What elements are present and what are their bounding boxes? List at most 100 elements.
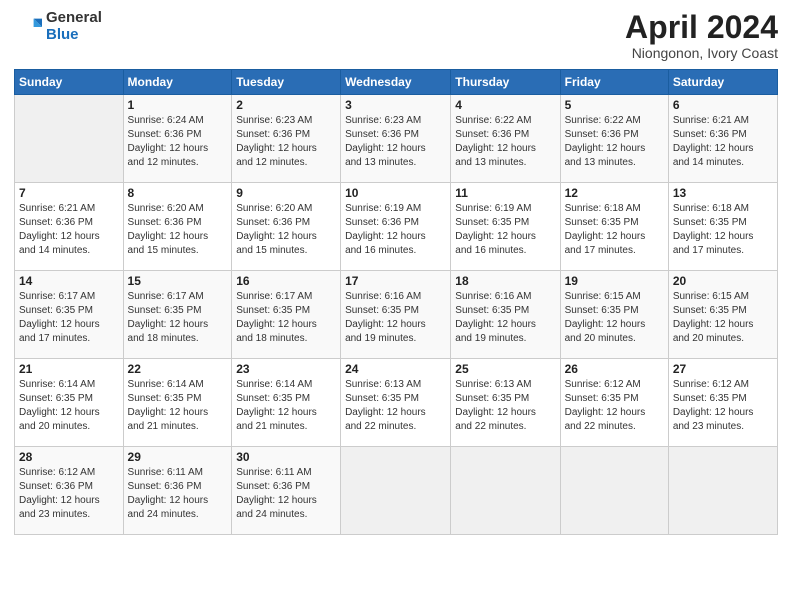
day-number: 8 [128, 186, 228, 200]
day-info: Sunrise: 6:14 AM Sunset: 6:35 PM Dayligh… [128, 378, 228, 434]
calendar: SundayMondayTuesdayWednesdayThursdayFrid… [14, 69, 778, 535]
day-info: Sunrise: 6:17 AM Sunset: 6:35 PM Dayligh… [128, 290, 228, 346]
weekday-header-tuesday: Tuesday [232, 70, 341, 95]
day-info: Sunrise: 6:12 AM Sunset: 6:36 PM Dayligh… [19, 466, 119, 522]
day-info: Sunrise: 6:23 AM Sunset: 6:36 PM Dayligh… [345, 114, 446, 170]
day-number: 12 [565, 186, 664, 200]
calendar-cell: 4 Sunrise: 6:22 AM Sunset: 6:36 PM Daylig… [451, 95, 560, 183]
day-info: Sunrise: 6:19 AM Sunset: 6:36 PM Dayligh… [345, 202, 446, 258]
calendar-cell: 23 Sunrise: 6:14 AM Sunset: 6:35 PM Dayli… [232, 359, 341, 447]
day-info: Sunrise: 6:22 AM Sunset: 6:36 PM Dayligh… [455, 114, 555, 170]
calendar-week-row: 14 Sunrise: 6:17 AM Sunset: 6:35 PM Dayli… [15, 271, 778, 359]
day-number: 2 [236, 98, 336, 112]
calendar-cell: 6 Sunrise: 6:21 AM Sunset: 6:36 PM Daylig… [668, 95, 777, 183]
day-info: Sunrise: 6:13 AM Sunset: 6:35 PM Dayligh… [455, 378, 555, 434]
calendar-cell: 14 Sunrise: 6:17 AM Sunset: 6:35 PM Dayli… [15, 271, 124, 359]
calendar-cell: 24 Sunrise: 6:13 AM Sunset: 6:35 PM Dayli… [341, 359, 451, 447]
calendar-cell: 26Sunrise: 6:12 AM Sunset: 6:35 PM Dayli… [560, 359, 668, 447]
day-number: 25 [455, 362, 555, 376]
day-info: Sunrise: 6:14 AM Sunset: 6:35 PM Dayligh… [236, 378, 336, 434]
day-number: 18 [455, 274, 555, 288]
calendar-cell: 11Sunrise: 6:19 AM Sunset: 6:35 PM Dayli… [451, 183, 560, 271]
calendar-header: SundayMondayTuesdayWednesdayThursdayFrid… [15, 70, 778, 95]
day-number: 24 [345, 362, 446, 376]
day-info: Sunrise: 6:15 AM Sunset: 6:35 PM Dayligh… [565, 290, 664, 346]
calendar-week-row: 7 Sunrise: 6:21 AM Sunset: 6:36 PM Daylig… [15, 183, 778, 271]
day-number: 30 [236, 450, 336, 464]
calendar-cell: 19 Sunrise: 6:15 AM Sunset: 6:35 PM Dayli… [560, 271, 668, 359]
day-number: 7 [19, 186, 119, 200]
day-info: Sunrise: 6:14 AM Sunset: 6:35 PM Dayligh… [19, 378, 119, 434]
day-number: 4 [455, 98, 555, 112]
weekday-header-wednesday: Wednesday [341, 70, 451, 95]
day-number: 9 [236, 186, 336, 200]
calendar-cell [341, 447, 451, 535]
calendar-cell: 5Sunrise: 6:22 AM Sunset: 6:36 PM Daylig… [560, 95, 668, 183]
day-info: Sunrise: 6:11 AM Sunset: 6:36 PM Dayligh… [236, 466, 336, 522]
day-info: Sunrise: 6:23 AM Sunset: 6:36 PM Dayligh… [236, 114, 336, 170]
day-number: 15 [128, 274, 228, 288]
calendar-cell: 20 Sunrise: 6:15 AM Sunset: 6:35 PM Dayli… [668, 271, 777, 359]
day-number: 10 [345, 186, 446, 200]
day-info: Sunrise: 6:21 AM Sunset: 6:36 PM Dayligh… [673, 114, 773, 170]
page: General Blue April 2024 Niongonon, Ivory… [0, 0, 792, 612]
day-info: Sunrise: 6:21 AM Sunset: 6:36 PM Dayligh… [19, 202, 119, 258]
calendar-cell [560, 447, 668, 535]
day-number: 21 [19, 362, 119, 376]
calendar-cell: 25 Sunrise: 6:13 AM Sunset: 6:35 PM Dayli… [451, 359, 560, 447]
day-number: 22 [128, 362, 228, 376]
calendar-cell: 1Sunrise: 6:24 AM Sunset: 6:36 PM Daylig… [123, 95, 232, 183]
logo-blue: Blue [46, 27, 102, 44]
calendar-cell: 15 Sunrise: 6:17 AM Sunset: 6:35 PM Dayli… [123, 271, 232, 359]
day-info: Sunrise: 6:17 AM Sunset: 6:35 PM Dayligh… [19, 290, 119, 346]
logo-icon [14, 13, 42, 41]
day-number: 27 [673, 362, 773, 376]
day-info: Sunrise: 6:17 AM Sunset: 6:35 PM Dayligh… [236, 290, 336, 346]
day-info: Sunrise: 6:18 AM Sunset: 6:35 PM Dayligh… [673, 202, 773, 258]
day-number: 20 [673, 274, 773, 288]
header: General Blue April 2024 Niongonon, Ivory… [14, 10, 778, 61]
calendar-week-row: 21 Sunrise: 6:14 AM Sunset: 6:35 PM Dayli… [15, 359, 778, 447]
calendar-cell: 3Sunrise: 6:23 AM Sunset: 6:36 PM Daylig… [341, 95, 451, 183]
day-info: Sunrise: 6:15 AM Sunset: 6:35 PM Dayligh… [673, 290, 773, 346]
day-info: Sunrise: 6:19 AM Sunset: 6:35 PM Dayligh… [455, 202, 555, 258]
calendar-cell: 28Sunrise: 6:12 AM Sunset: 6:36 PM Dayli… [15, 447, 124, 535]
calendar-cell [451, 447, 560, 535]
title-area: April 2024 Niongonon, Ivory Coast [625, 10, 778, 61]
weekday-header-monday: Monday [123, 70, 232, 95]
day-info: Sunrise: 6:22 AM Sunset: 6:36 PM Dayligh… [565, 114, 664, 170]
calendar-cell [668, 447, 777, 535]
weekday-header-saturday: Saturday [668, 70, 777, 95]
day-info: Sunrise: 6:18 AM Sunset: 6:35 PM Dayligh… [565, 202, 664, 258]
calendar-cell: 21 Sunrise: 6:14 AM Sunset: 6:35 PM Dayli… [15, 359, 124, 447]
calendar-body: 1Sunrise: 6:24 AM Sunset: 6:36 PM Daylig… [15, 95, 778, 535]
day-info: Sunrise: 6:24 AM Sunset: 6:36 PM Dayligh… [128, 114, 228, 170]
day-info: Sunrise: 6:11 AM Sunset: 6:36 PM Dayligh… [128, 466, 228, 522]
day-number: 6 [673, 98, 773, 112]
calendar-cell: 17Sunrise: 6:16 AM Sunset: 6:35 PM Dayli… [341, 271, 451, 359]
calendar-cell: 22 Sunrise: 6:14 AM Sunset: 6:35 PM Dayli… [123, 359, 232, 447]
calendar-cell: 8 Sunrise: 6:20 AM Sunset: 6:36 PM Daylig… [123, 183, 232, 271]
day-number: 16 [236, 274, 336, 288]
day-info: Sunrise: 6:20 AM Sunset: 6:36 PM Dayligh… [128, 202, 228, 258]
calendar-cell: 16 Sunrise: 6:17 AM Sunset: 6:35 PM Dayli… [232, 271, 341, 359]
day-number: 23 [236, 362, 336, 376]
day-number: 19 [565, 274, 664, 288]
weekday-header-sunday: Sunday [15, 70, 124, 95]
weekday-header-friday: Friday [560, 70, 668, 95]
day-number: 14 [19, 274, 119, 288]
day-info: Sunrise: 6:12 AM Sunset: 6:35 PM Dayligh… [565, 378, 664, 434]
calendar-cell: 10 Sunrise: 6:19 AM Sunset: 6:36 PM Dayli… [341, 183, 451, 271]
calendar-cell: 12 Sunrise: 6:18 AM Sunset: 6:35 PM Dayli… [560, 183, 668, 271]
calendar-cell: 30 Sunrise: 6:11 AM Sunset: 6:36 PM Dayli… [232, 447, 341, 535]
day-info: Sunrise: 6:20 AM Sunset: 6:36 PM Dayligh… [236, 202, 336, 258]
calendar-week-row: 1Sunrise: 6:24 AM Sunset: 6:36 PM Daylig… [15, 95, 778, 183]
day-info: Sunrise: 6:13 AM Sunset: 6:35 PM Dayligh… [345, 378, 446, 434]
calendar-week-row: 28Sunrise: 6:12 AM Sunset: 6:36 PM Dayli… [15, 447, 778, 535]
logo-text: General Blue [46, 10, 102, 43]
weekday-header-thursday: Thursday [451, 70, 560, 95]
subtitle: Niongonon, Ivory Coast [625, 45, 778, 61]
calendar-cell: 18Sunrise: 6:16 AM Sunset: 6:35 PM Dayli… [451, 271, 560, 359]
calendar-cell: 2 Sunrise: 6:23 AM Sunset: 6:36 PM Daylig… [232, 95, 341, 183]
month-title: April 2024 [625, 10, 778, 45]
